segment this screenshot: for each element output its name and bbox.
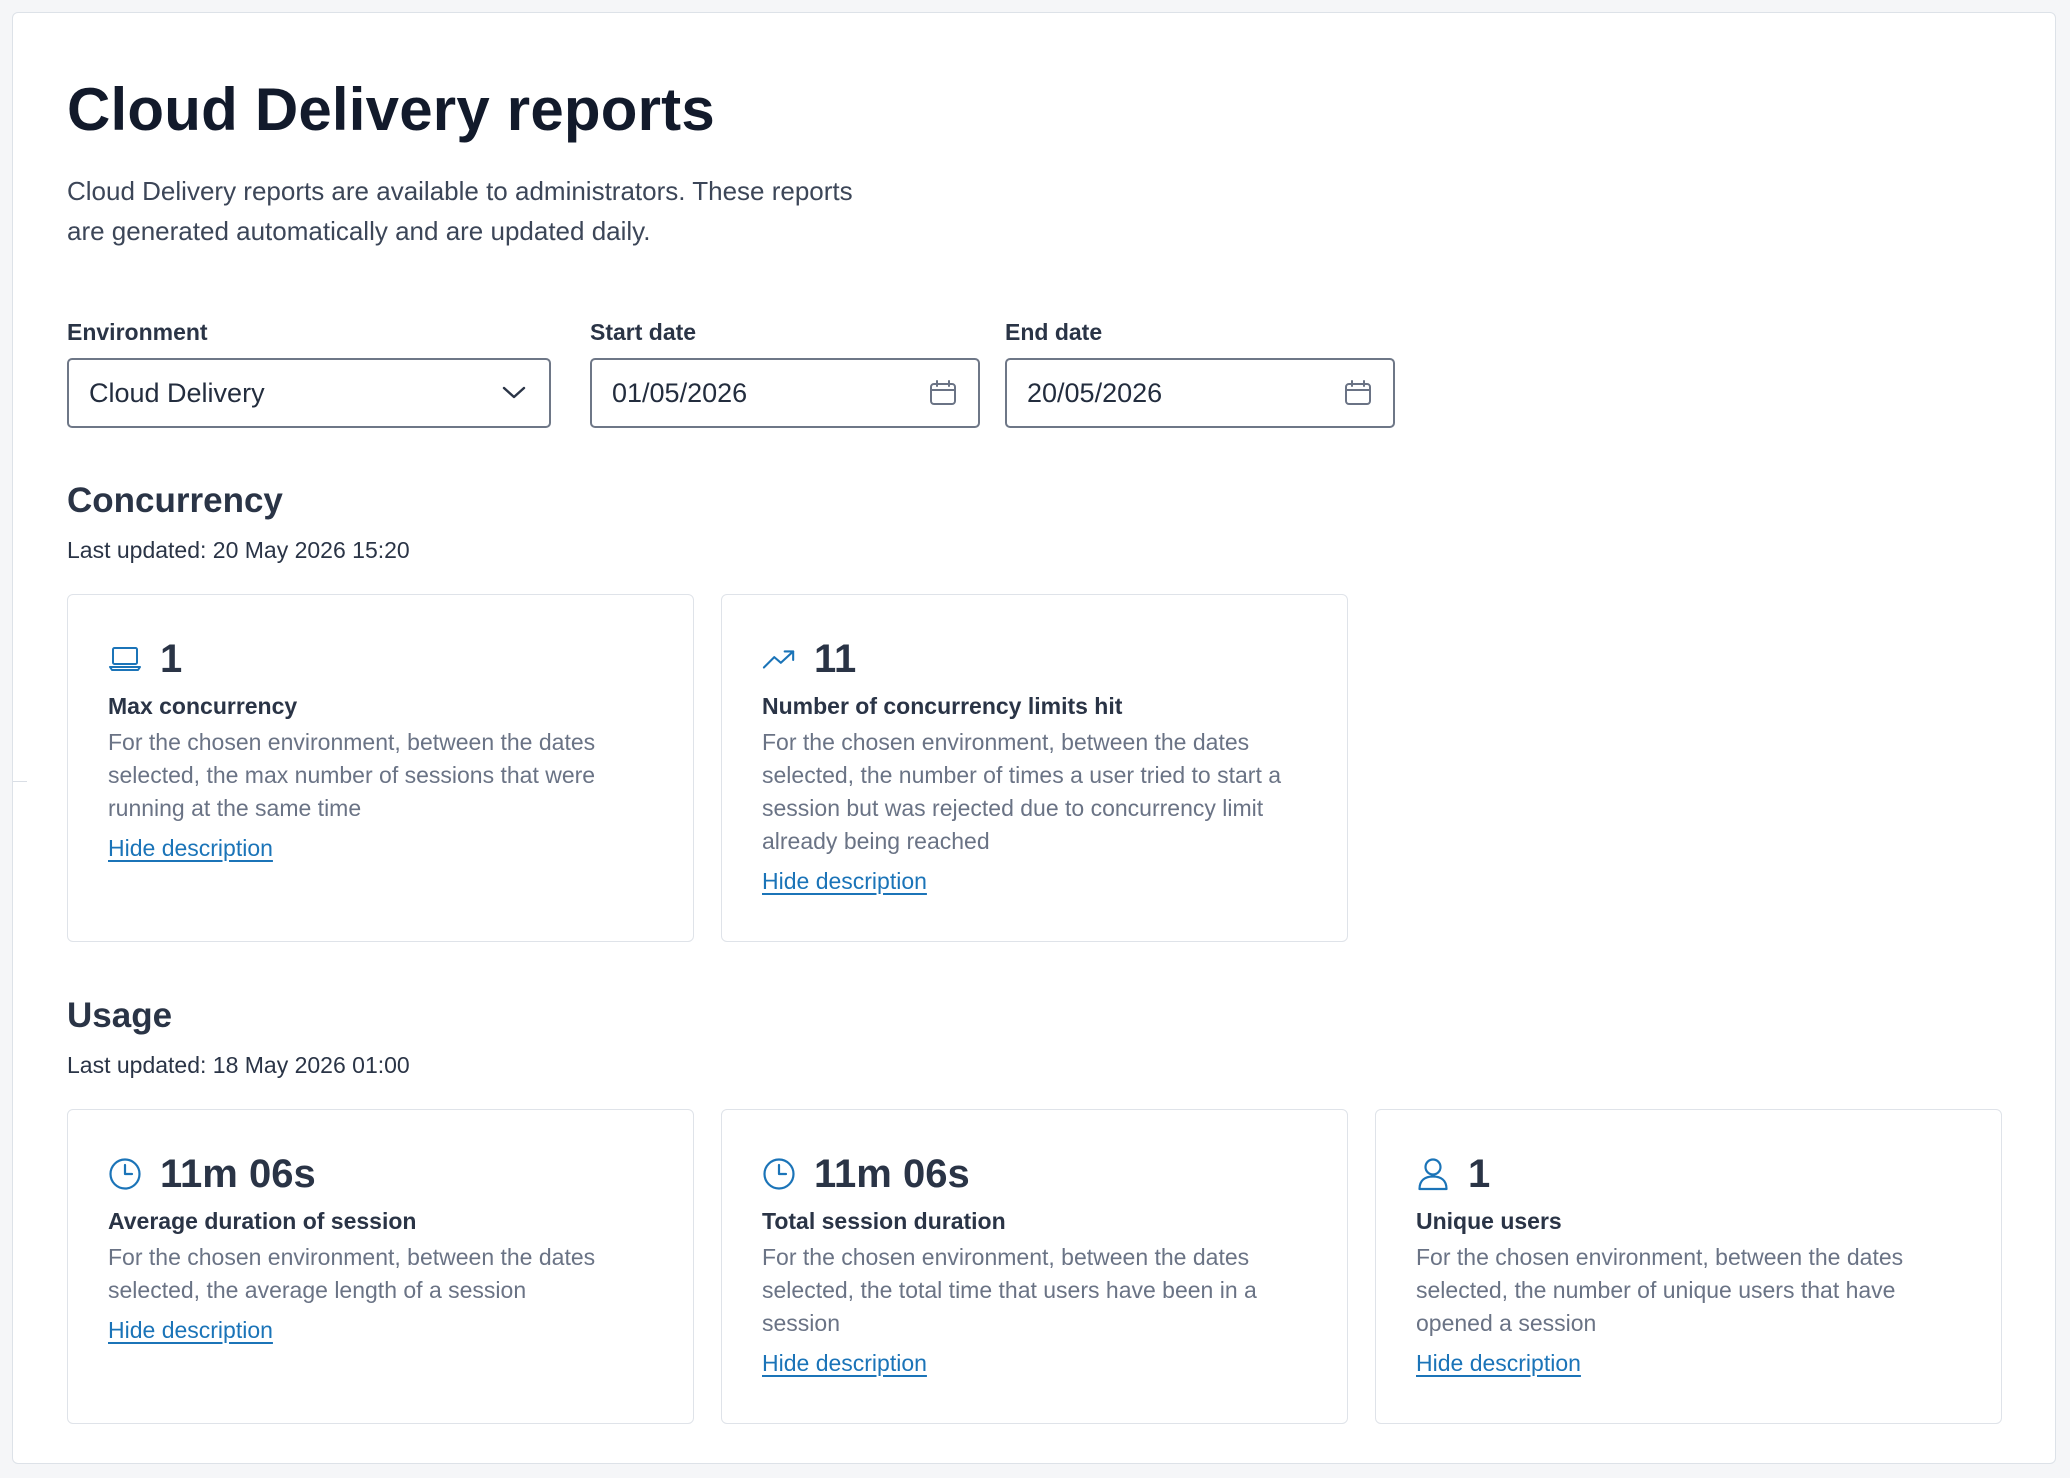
environment-select[interactable]: Cloud Delivery <box>67 358 551 428</box>
metric-title: Number of concurrency limits hit <box>762 693 1123 719</box>
start-date-input[interactable]: 01/05/2026 <box>590 358 980 428</box>
metric-card-average-duration: 11m 06s Average duration of session For … <box>67 1109 694 1424</box>
metric-value: 11 <box>814 636 857 681</box>
chevron-down-icon <box>499 378 529 408</box>
start-date-label: Start date <box>590 319 697 345</box>
start-date-value: 01/05/2026 <box>612 377 748 408</box>
metric-description: For the chosen environment, between the … <box>1416 1244 1904 1336</box>
metric-value: 11m 06s <box>160 1151 316 1196</box>
user-icon <box>1416 1157 1450 1191</box>
clock-icon <box>108 1157 142 1191</box>
metric-description: For the chosen environment, between the … <box>108 729 596 821</box>
metric-description: For the chosen environment, between the … <box>762 729 1282 854</box>
trending-up-icon <box>762 642 796 676</box>
reports-panel: Cloud Delivery reports Cloud Delivery re… <box>12 12 2056 1464</box>
hide-description-link[interactable]: Hide description <box>1416 1350 1581 1377</box>
usage-last-updated: Last updated: 18 May 2026 01:00 <box>67 1052 410 1078</box>
calendar-icon[interactable] <box>1343 378 1373 408</box>
metric-value: 1 <box>1468 1151 1491 1196</box>
metric-title: Total session duration <box>762 1208 1006 1234</box>
environment-label: Environment <box>67 319 208 345</box>
usage-heading: Usage <box>67 996 173 1035</box>
hide-description-link[interactable]: Hide description <box>762 1350 927 1377</box>
page-title: Cloud Delivery reports <box>67 76 715 143</box>
metric-card-max-concurrency: 1 Max concurrency For the chosen environ… <box>67 594 694 942</box>
metric-description: For the chosen environment, between the … <box>108 1244 596 1303</box>
hide-description-link[interactable]: Hide description <box>108 835 273 862</box>
clock-icon <box>762 1157 796 1191</box>
metric-title: Average duration of session <box>108 1208 417 1234</box>
metric-card-total-session-duration: 11m 06s Total session duration For the c… <box>721 1109 1348 1424</box>
metric-card-concurrency-limits-hit: 11 Number of concurrency limits hit For … <box>721 594 1348 942</box>
metric-description: For the chosen environment, between the … <box>762 1244 1257 1336</box>
metric-value: 1 <box>160 636 183 681</box>
metric-value: 11m 06s <box>814 1151 970 1196</box>
panel-divider <box>13 781 27 782</box>
environment-value: Cloud Delivery <box>89 377 265 408</box>
concurrency-last-updated: Last updated: 20 May 2026 15:20 <box>67 537 410 563</box>
concurrency-heading: Concurrency <box>67 481 283 520</box>
end-date-value: 20/05/2026 <box>1027 377 1163 408</box>
end-date-label: End date <box>1005 319 1103 345</box>
hide-description-link[interactable]: Hide description <box>762 868 927 895</box>
calendar-icon[interactable] <box>928 378 958 408</box>
metric-title: Unique users <box>1416 1208 1562 1234</box>
metric-card-unique-users: 1 Unique users For the chosen environmen… <box>1375 1109 2002 1424</box>
page-intro: Cloud Delivery reports are available to … <box>67 176 853 246</box>
laptop-icon <box>108 642 142 676</box>
hide-description-link[interactable]: Hide description <box>108 1317 273 1344</box>
end-date-input[interactable]: 20/05/2026 <box>1005 358 1395 428</box>
metric-title: Max concurrency <box>108 693 298 719</box>
